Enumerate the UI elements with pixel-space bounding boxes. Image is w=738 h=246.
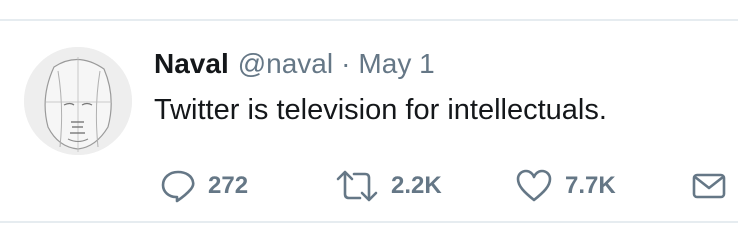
tweet-header: Naval @naval · May 1 [154, 48, 435, 86]
tweet-actions: 272 2.2K 7.7K [0, 166, 738, 206]
author-name[interactable]: Naval [154, 48, 229, 80]
reply-button[interactable]: 272 [160, 166, 248, 206]
avatar-sketch-image [24, 47, 132, 155]
like-count: 7.7K [565, 172, 616, 199]
tweet-card: Naval @naval · May 1 Twitter is televisi… [0, 0, 738, 246]
header-separator: · [341, 48, 351, 79]
retweet-button[interactable]: 2.2K [335, 166, 442, 206]
retweet-arrows-icon [335, 168, 379, 204]
envelope-icon [691, 168, 727, 204]
avatar[interactable] [24, 47, 132, 155]
retweet-count: 2.2K [391, 172, 442, 199]
direct-message-button[interactable] [691, 166, 727, 206]
reply-count: 272 [208, 172, 249, 199]
heart-icon [515, 168, 553, 204]
tweet-text: Twitter is television for intellectuals. [154, 94, 607, 126]
author-handle[interactable]: @naval [238, 48, 333, 80]
speech-bubble-icon [160, 168, 196, 204]
bottom-divider [0, 221, 738, 223]
top-divider [0, 19, 738, 21]
like-button[interactable]: 7.7K [515, 166, 616, 206]
tweet-date[interactable]: May 1 [358, 48, 434, 80]
